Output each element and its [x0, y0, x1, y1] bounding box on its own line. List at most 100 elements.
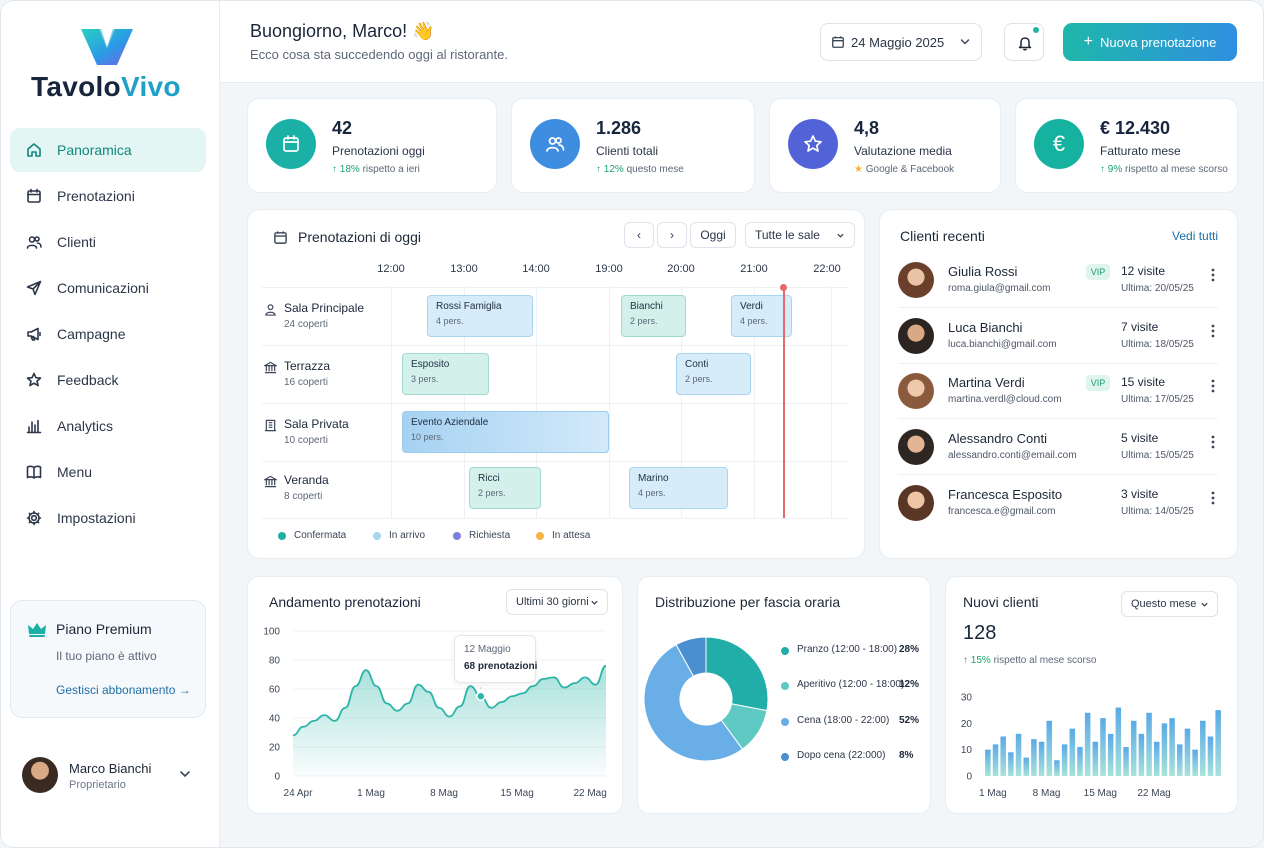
room-seats: 10 coperti [284, 435, 328, 446]
hour-label: 21:00 [740, 263, 768, 275]
booking-people: 4 pers. [638, 488, 666, 498]
bell-icon [1018, 37, 1032, 51]
more-vertical-icon[interactable] [1211, 268, 1215, 282]
sidebar-item-impostazioni[interactable]: Impostazioni [10, 496, 206, 540]
divider [898, 363, 1218, 364]
users-icon [25, 233, 43, 251]
client-visits: 12 visite [1121, 264, 1166, 278]
bar [1184, 728, 1191, 776]
booking-block[interactable]: Ricci 2 pers. [469, 467, 541, 509]
legend-confermata: Confermata [278, 530, 346, 541]
today-button[interactable]: Oggi [690, 222, 736, 248]
room-seats: 24 coperti [284, 319, 328, 330]
booking-block[interactable]: Bianchi 2 pers. [621, 295, 686, 337]
kpi-trend-text: Google & Facebook [865, 164, 955, 175]
avatar [898, 373, 934, 409]
client-row[interactable]: Martina Verdi martina.verdl@cloud.com VI… [898, 373, 1218, 428]
next-day-button[interactable]: › [657, 222, 687, 248]
legend-richiesta: Richiesta [453, 530, 510, 541]
user-profile[interactable]: Marco Bianchi Proprietario [22, 757, 202, 797]
booking-name: Rossi Famiglia [436, 301, 502, 312]
sidebar-item-menu[interactable]: Menu [10, 450, 206, 494]
avatar [898, 485, 934, 521]
chevron-down-icon[interactable] [178, 767, 192, 781]
chart-tooltip: 12 Maggio 68 prenotazioni [454, 635, 537, 683]
sidebar-item-clienti[interactable]: Clienti [10, 220, 206, 264]
legend-dot [278, 531, 286, 540]
new-clients-trend: ↑ 15% rispetto al mese scorso [963, 655, 1096, 666]
chevron-down-icon [591, 600, 598, 605]
star-icon [788, 119, 838, 169]
kpi-trend: ↑ 9% rispetto al mese scorso [1100, 164, 1228, 175]
sidebar-item-panoramica[interactable]: Panoramica [10, 128, 206, 172]
new-clients-value: 128 [963, 622, 997, 644]
vip-badge: VIP [1086, 264, 1110, 280]
trend-value: 15% [970, 655, 991, 666]
booking-block[interactable]: Marino 4 pers. [629, 467, 728, 509]
booking-people: 10 pers. [411, 432, 444, 442]
more-vertical-icon[interactable] [1211, 491, 1215, 505]
sidebar-item-label: Clienti [57, 234, 96, 250]
kpi-card-rating: 4,8 Valutazione media ★ Google & Faceboo… [769, 98, 1001, 193]
kpi-trend: ↑ 12% questo mese [596, 164, 684, 175]
logo[interactable]: TavoloVivo [31, 23, 191, 105]
vip-badge: VIP [1086, 375, 1110, 391]
more-vertical-icon[interactable] [1211, 324, 1215, 338]
booking-block[interactable]: Evento Aziendale 10 pers. [402, 411, 609, 453]
home-icon [25, 141, 43, 159]
sidebar-item-prenotazioni[interactable]: Prenotazioni [10, 174, 206, 218]
booking-block[interactable]: Esposito 3 pers. [402, 353, 489, 395]
chevron-down-icon [1201, 602, 1208, 607]
sidebar-item-feedback[interactable]: Feedback [10, 358, 206, 402]
room-name: Sala Principale [284, 301, 365, 315]
sidebar: TavoloVivo Panoramica Prenotazioni Clien… [1, 1, 220, 847]
client-row[interactable]: Luca Bianchi luca.bianchi@gmail.com 7 vi… [898, 318, 1218, 373]
current-time-line [783, 288, 785, 518]
manage-subscription-link[interactable]: Gestisci abbonamento → [56, 683, 191, 697]
bar [1138, 733, 1145, 776]
kpi-trend-text: questo mese [626, 164, 684, 175]
booking-people: 4 pers. [436, 316, 464, 326]
kpi-card-revenue: € € 12.430 Fatturato mese ↑ 9% rispetto … [1015, 98, 1238, 193]
client-name: Luca Bianchi [948, 320, 1023, 335]
x-tick-label: 24 Apr [284, 788, 314, 799]
client-email: luca.bianchi@gmail.com [948, 339, 1057, 350]
see-all-link[interactable]: Vedi tutti [1172, 229, 1218, 243]
highlight-point [476, 691, 486, 701]
kpi-trend: ↑ 18% rispetto a ieri [332, 164, 420, 175]
booking-people: 2 pers. [478, 488, 506, 498]
room-filter-select[interactable]: Tutte le sale [745, 222, 855, 248]
notifications-button[interactable] [1004, 23, 1044, 61]
client-row[interactable]: Giulia Rossi roma.giula@gmail.com VIP 12… [898, 262, 1218, 317]
y-tick-label: 80 [269, 656, 281, 667]
gear-icon [25, 509, 43, 527]
sidebar-item-campagne[interactable]: Campagne [10, 312, 206, 356]
bar [1061, 744, 1068, 776]
premium-subtitle: Il tuo piano è attivo [56, 649, 157, 663]
previous-day-button[interactable]: ‹ [624, 222, 654, 248]
more-vertical-icon[interactable] [1211, 435, 1215, 449]
client-row[interactable]: Francesca Esposito francesca.e@gmail.com… [898, 485, 1218, 540]
bar [1169, 718, 1175, 776]
new-reservation-button[interactable]: + Nuova prenotazione [1063, 23, 1237, 61]
booking-block[interactable]: Conti 2 pers. [676, 353, 751, 395]
more-vertical-icon[interactable] [1211, 379, 1215, 393]
booking-people: 2 pers. [630, 316, 658, 326]
client-name: Alessandro Conti [948, 431, 1047, 446]
grid-line [262, 403, 849, 404]
bar [1031, 739, 1037, 776]
kpi-trend-text: rispetto al mese scorso [1125, 164, 1228, 175]
date-picker[interactable]: 24 Maggio 2025 [820, 23, 982, 61]
x-tick-label: 1 Mag [979, 788, 1007, 799]
range-select[interactable]: Ultimi 30 giorni [506, 589, 608, 615]
x-tick-label: 22 Mag [1137, 788, 1170, 799]
new-clients-chart: 0 10 20 30 1 Mag 8 Mag 15 Mag 22 Mag [961, 693, 1221, 799]
building-icon [264, 475, 277, 488]
booking-block[interactable]: Rossi Famiglia 4 pers. [427, 295, 533, 337]
client-row[interactable]: Alessandro Conti alessandro.conti@email.… [898, 429, 1218, 484]
sidebar-item-comunicazioni[interactable]: Comunicazioni [10, 266, 206, 310]
time-distribution-donut [644, 636, 769, 762]
period-select[interactable]: Questo mese [1121, 591, 1218, 617]
bar [1115, 707, 1122, 776]
sidebar-item-analytics[interactable]: Analytics [10, 404, 206, 448]
